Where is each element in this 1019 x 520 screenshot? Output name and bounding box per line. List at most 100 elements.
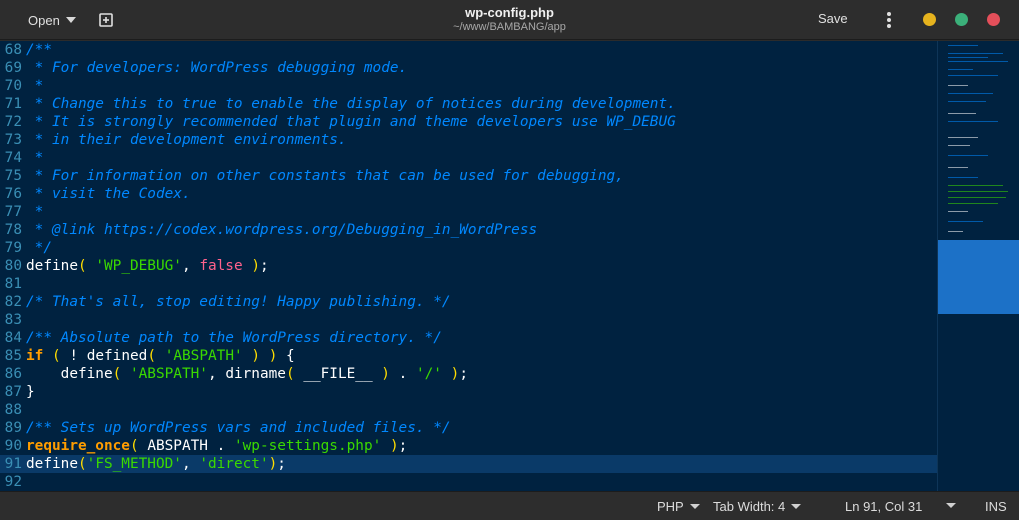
minimap-line <box>948 45 978 46</box>
minimap-line <box>948 85 968 86</box>
code-text: /** Sets up WordPress vars and included … <box>26 420 451 436</box>
code-line[interactable]: 83 <box>0 311 937 329</box>
minimap-line <box>948 197 1006 198</box>
minimap-viewport[interactable] <box>938 240 1019 314</box>
new-document-button[interactable] <box>97 11 115 29</box>
line-number: 72 <box>4 114 22 130</box>
code-line[interactable]: 80 define( 'WP_DEBUG', false ); <box>0 257 937 275</box>
maximize-button[interactable] <box>955 13 968 26</box>
minimap-line <box>948 75 998 76</box>
minimap-line <box>948 203 998 204</box>
line-number: 88 <box>4 402 22 418</box>
line-number: 75 <box>4 168 22 184</box>
insert-mode-indicator[interactable]: INS <box>985 499 1007 514</box>
minimap-line <box>948 221 983 222</box>
code-text: } <box>26 384 35 400</box>
minimap-line <box>948 185 1003 186</box>
code-line[interactable]: 84/** Absolute path to the WordPress dir… <box>0 329 937 347</box>
code-line[interactable]: 70 * <box>0 77 937 95</box>
code-line[interactable]: 79 */ <box>0 239 937 257</box>
minimap-line <box>948 121 998 122</box>
line-number: 79 <box>4 240 22 256</box>
save-button[interactable]: Save <box>818 11 848 26</box>
code-text: /** Absolute path to the WordPress direc… <box>26 330 442 346</box>
code-line[interactable]: 89/** Sets up WordPress vars and include… <box>0 419 937 437</box>
code-text: * visit the Codex. <box>26 186 191 202</box>
code-line[interactable]: 68/** <box>0 41 937 59</box>
new-document-icon <box>99 13 113 27</box>
language-selector[interactable]: PHP <box>657 499 700 514</box>
code-line[interactable]: 77 * <box>0 203 937 221</box>
chevron-down-icon <box>65 17 76 23</box>
line-number: 84 <box>4 330 22 346</box>
code-line[interactable]: 74 * <box>0 149 937 167</box>
minimap-line <box>948 113 976 114</box>
code-text: define( 'ABSPATH', dirname( __FILE__ ) .… <box>60 366 468 382</box>
minimize-button[interactable] <box>923 13 936 26</box>
minimap-line <box>948 57 988 58</box>
chevron-down-icon <box>791 504 802 509</box>
code-line[interactable]: 92 <box>0 473 937 491</box>
line-number: 80 <box>4 258 22 274</box>
code-line[interactable]: 76 * visit the Codex. <box>0 185 937 203</box>
tab-width-selector[interactable]: Tab Width: 4 <box>713 499 802 514</box>
code-text: /** <box>26 42 52 58</box>
minimap-line <box>948 93 993 94</box>
status-bar: PHP Tab Width: 4 Ln 91, Col 31 INS <box>0 491 1019 520</box>
close-button[interactable] <box>987 13 1000 26</box>
code-line[interactable]: 75 * For information on other constants … <box>0 167 937 185</box>
code-line[interactable]: 86 define( 'ABSPATH', dirname( __FILE__ … <box>0 365 937 383</box>
code-text: * It is strongly recommended that plugin… <box>26 114 676 130</box>
code-line[interactable]: 72 * It is strongly recommended that plu… <box>0 113 937 131</box>
code-text: /* That's all, stop editing! Happy publi… <box>26 294 451 310</box>
line-number: 73 <box>4 132 22 148</box>
code-text: * <box>26 150 44 166</box>
line-number: 92 <box>4 474 22 490</box>
line-number: 70 <box>4 78 22 94</box>
minimap-line <box>948 61 1008 62</box>
line-number: 89 <box>4 420 22 436</box>
code-line[interactable]: 81 <box>0 275 937 293</box>
code-line[interactable]: 85 if ( ! defined( 'ABSPATH' ) ) { <box>0 347 937 365</box>
line-number: 78 <box>4 222 22 238</box>
code-line[interactable]: 82/* That's all, stop editing! Happy pub… <box>0 293 937 311</box>
line-number: 69 <box>4 60 22 76</box>
code-line[interactable]: 73 * in their development environments. <box>0 131 937 149</box>
code-text: * Change this to true to enable the disp… <box>26 96 676 112</box>
code-text: */ <box>26 240 52 256</box>
minimap-line <box>948 69 973 70</box>
line-number: 90 <box>4 438 22 454</box>
minimap[interactable] <box>937 41 1019 491</box>
minimap-line <box>948 167 968 168</box>
window-title-area: wp-config.php ~/www/BAMBANG/app <box>0 5 1019 33</box>
code-line[interactable]: 90 require_once( ABSPATH . 'wp-settings.p… <box>0 437 937 455</box>
line-number: 74 <box>4 150 22 166</box>
current-code-line[interactable]: 91 define('FS_METHOD', 'direct'); <box>0 455 937 473</box>
code-line[interactable]: 71 * Change this to true to enable the d… <box>0 95 937 113</box>
minimap-line <box>948 191 1008 192</box>
code-line[interactable]: 69 * For developers: WordPress debugging… <box>0 59 937 77</box>
minimap-line <box>948 231 963 232</box>
line-number: 81 <box>4 276 22 292</box>
tab-width-label: Tab Width: 4 <box>713 499 786 514</box>
code-text: * <box>26 204 44 220</box>
cursor-position[interactable]: Ln 91, Col 31 <box>845 499 922 514</box>
code-editor[interactable]: 68/** 69 * For developers: WordPress debu… <box>0 41 937 491</box>
open-button[interactable]: Open <box>18 8 86 32</box>
code-text: require_once( ABSPATH . 'wp-settings.php… <box>26 438 408 454</box>
code-text: * <box>26 78 44 94</box>
line-number: 71 <box>4 96 22 112</box>
menu-dot-icon <box>887 24 891 28</box>
code-text: * For information on other constants tha… <box>26 168 624 184</box>
code-text: * For developers: WordPress debugging mo… <box>26 60 408 76</box>
code-line[interactable]: 78 * @link https://codex.wordpress.org/D… <box>0 221 937 239</box>
code-line[interactable]: 88 <box>0 401 937 419</box>
line-number: 83 <box>4 312 22 328</box>
code-text: if ( ! defined( 'ABSPATH' ) ) { <box>26 348 295 364</box>
code-line[interactable]: 87} <box>0 383 937 401</box>
line-number: 82 <box>4 294 22 310</box>
menu-button[interactable] <box>884 11 894 29</box>
position-menu-button[interactable] <box>946 503 956 508</box>
minimap-line <box>948 101 986 102</box>
code-text: * in their development environments. <box>26 132 347 148</box>
